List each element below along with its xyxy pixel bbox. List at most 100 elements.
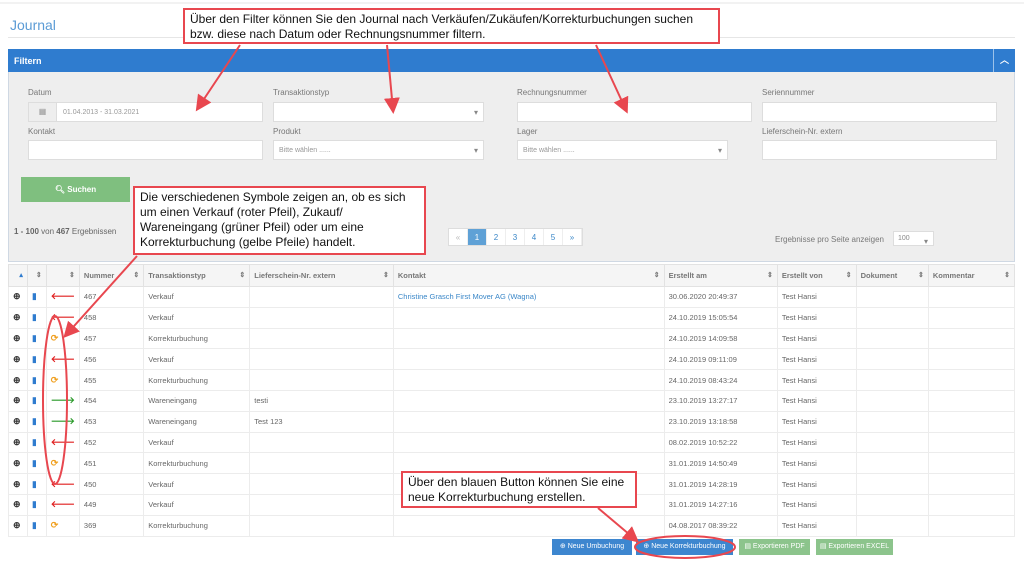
cell-nummer: 449 xyxy=(78,493,145,516)
page-4[interactable]: 4 xyxy=(525,229,544,245)
table-row[interactable]: ⊕ ▮ 🡒 454 Wareneingang testi 23.10.2019 13:27:… xyxy=(8,389,1016,412)
sort-icon[interactable]: ⇕ xyxy=(1004,271,1010,279)
document-icon[interactable]: ▮ xyxy=(26,306,47,329)
cell-nummer: 450 xyxy=(78,473,145,495)
cell-erstellt-von: Test Hansi xyxy=(776,452,857,475)
sort-icon[interactable]: ⇕ xyxy=(69,271,75,279)
kontakt-input[interactable] xyxy=(28,140,263,160)
expand-icon[interactable]: ⊕ xyxy=(8,493,28,516)
cell-erstellt-von: Test Hansi xyxy=(776,369,857,391)
document-icon[interactable]: ▮ xyxy=(26,493,47,516)
expand-icon[interactable]: ⊕ xyxy=(8,369,28,391)
document-icon[interactable]: ▮ xyxy=(26,369,47,391)
table-row[interactable]: ⊕ ▮ 🡒 453 Wareneingang Test 123 23.10.2019 13:… xyxy=(8,410,1016,433)
expand-icon[interactable]: ⊕ xyxy=(8,327,28,350)
column-header[interactable]: Transaktionstyp ⇕ xyxy=(143,264,251,287)
document-icon[interactable]: ▮ xyxy=(26,410,47,433)
document-icon[interactable]: ▮ xyxy=(26,473,47,495)
filter-panel-header[interactable]: Filtern ︿ xyxy=(8,49,1015,72)
table-row[interactable]: ⊕ ▮ ⟳ 455 Korrekturbuchung 24.10.2019 08:43:2… xyxy=(8,369,1016,391)
column-header[interactable]: ⇕ xyxy=(45,264,80,287)
column-header[interactable]: Erstellt von ⇕ xyxy=(776,264,857,287)
pagination-next[interactable]: » xyxy=(563,229,582,245)
expand-icon[interactable]: ⊕ xyxy=(8,473,28,495)
export-pdf-button[interactable]: ▤ Exportieren PDF xyxy=(739,539,810,555)
column-header[interactable]: ▴ xyxy=(8,264,28,287)
lager-input[interactable]: Bitte wählen ...... xyxy=(517,140,728,160)
expand-icon[interactable]: ⊕ xyxy=(8,306,28,329)
cell-dokument xyxy=(855,493,929,516)
document-icon[interactable]: ▮ xyxy=(26,348,47,371)
datum-input[interactable]: ▦ 01.04.2013 - 31.03.2021 xyxy=(28,102,263,122)
field-label: Kontakt xyxy=(28,127,56,136)
cell-dokument xyxy=(855,348,929,371)
table-row[interactable]: ⊕ ▮ 🡐 452 Verkauf 08.02.2019 10:52:22 Test Han… xyxy=(8,431,1016,454)
expand-icon[interactable]: ⊕ xyxy=(8,431,28,454)
document-icon[interactable]: ▮ xyxy=(26,452,47,475)
neue-umbuchung-button[interactable]: ⊕ Neue Umbuchung xyxy=(552,539,632,555)
table-row[interactable]: ⊕ ▮ ⟳ 369 Korrekturbuchung 04.08.2017 08:39:2… xyxy=(8,514,1016,537)
page-5[interactable]: 5 xyxy=(544,229,563,245)
column-header[interactable]: Kommentar ⇕ xyxy=(927,264,1016,287)
page-1[interactable]: 1 xyxy=(468,229,487,245)
cell-erstellt-am: 24.10.2019 09:11:09 xyxy=(663,348,778,371)
sort-icon[interactable]: ⇕ xyxy=(846,271,852,279)
neue-korrektur-label: Neue Korrekturbuchung xyxy=(651,543,726,550)
pagination-prev[interactable]: « xyxy=(449,229,468,245)
field-label: Lieferschein-Nr. extern xyxy=(762,127,843,136)
chevron-up-icon[interactable]: ︿ xyxy=(993,49,1015,72)
produkt-input[interactable]: Bitte wählen ...... xyxy=(273,140,484,160)
document-icon[interactable]: ▮ xyxy=(26,431,47,454)
sort-icon[interactable]: ⇕ xyxy=(36,271,42,279)
cell-kommentar xyxy=(927,348,1016,371)
column-header[interactable]: Dokument ⇕ xyxy=(855,264,929,287)
table-row[interactable]: ⊕ ▮ 🡐 458 Verkauf 24.10.2019 15:05:54 Test Han… xyxy=(8,306,1016,329)
table-row[interactable]: ⊕ ▮ 🡐 456 Verkauf 24.10.2019 09:11:09 Test Han… xyxy=(8,348,1016,371)
field-value: Bitte wählen ...... xyxy=(279,147,331,154)
expand-icon[interactable]: ⊕ xyxy=(8,410,28,433)
red-arrow-left-icon: 🡐 xyxy=(45,348,80,371)
expand-icon[interactable]: ⊕ xyxy=(8,389,28,412)
expand-icon[interactable]: ⊕ xyxy=(8,348,28,371)
sort-icon[interactable]: ⇕ xyxy=(239,271,245,279)
column-header[interactable]: Kontakt ⇕ xyxy=(392,264,665,287)
page-2[interactable]: 2 xyxy=(487,229,506,245)
cell-nummer: 455 xyxy=(78,369,145,391)
column-header[interactable]: Erstellt am ⇕ xyxy=(663,264,778,287)
sort-icon[interactable]: ⇕ xyxy=(767,271,773,279)
expand-icon[interactable]: ⊕ xyxy=(8,286,28,308)
field-label: Transaktionstyp xyxy=(273,88,330,97)
cell-kontakt[interactable]: Christine Grasch First Mover AG (Wagna) xyxy=(392,286,665,308)
export-excel-button[interactable]: ▤ Exportieren EXCEL xyxy=(816,539,893,555)
per-page-select[interactable]: 100 xyxy=(893,231,934,246)
column-header[interactable]: ⇕ xyxy=(26,264,47,287)
document-icon[interactable]: ▮ xyxy=(26,389,47,412)
table-row[interactable]: ⊕ ▮ 🡐 467 Verkauf Christine Grasch First Move… xyxy=(8,286,1016,308)
seriennummer-input[interactable] xyxy=(762,102,997,122)
results-count: 1 - 100 von 467 Ergebnissen xyxy=(14,227,116,236)
sort-icon[interactable]: ⇕ xyxy=(918,271,924,279)
expand-icon[interactable]: ⊕ xyxy=(8,452,28,475)
transaktionstyp-input[interactable] xyxy=(273,102,484,122)
lieferschein-nr-extern-input[interactable] xyxy=(762,140,997,160)
table-row[interactable]: ⊕ ▮ ⟳ 457 Korrekturbuchung 24.10.2019 14:09:5… xyxy=(8,327,1016,350)
rechnungsnummer-input[interactable] xyxy=(517,102,752,122)
search-button[interactable]: 🔍︎ Suchen xyxy=(21,177,130,202)
neue-korrekturbuchung-button[interactable]: ⊕ Neue Korrekturbuchung xyxy=(636,539,733,555)
sort-icon[interactable]: ⇕ xyxy=(654,271,660,279)
sort-icon[interactable]: ⇕ xyxy=(133,271,139,279)
page-3[interactable]: 3 xyxy=(506,229,525,245)
cell-lieferschein xyxy=(249,348,394,371)
column-header[interactable]: Nummer ⇕ xyxy=(78,264,145,287)
document-icon[interactable]: ▮ xyxy=(26,514,47,537)
document-icon[interactable]: ▮ xyxy=(26,286,47,308)
sort-icon[interactable]: ▴ xyxy=(19,271,23,279)
results-range: 1 - 100 xyxy=(14,227,39,236)
cell-typ: Verkauf xyxy=(143,348,251,371)
sort-icon[interactable]: ⇕ xyxy=(383,271,389,279)
cell-typ: Verkauf xyxy=(143,431,251,454)
cell-lieferschein xyxy=(249,452,394,475)
column-header[interactable]: Lieferschein-Nr. extern ⇕ xyxy=(249,264,394,287)
expand-icon[interactable]: ⊕ xyxy=(8,514,28,537)
document-icon[interactable]: ▮ xyxy=(26,327,47,350)
